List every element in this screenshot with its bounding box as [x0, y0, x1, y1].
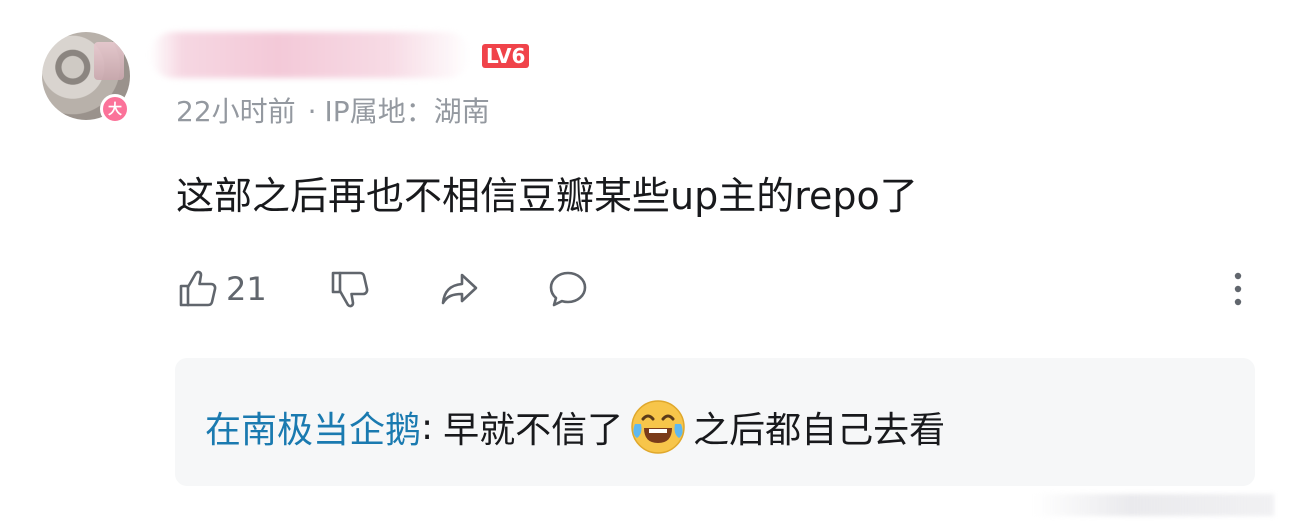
username[interactable]: [150, 32, 470, 78]
vip-badge: 大: [100, 94, 130, 124]
reply-line: 在南极当企鹅: 早就不信了 之后都自己去看: [205, 398, 945, 456]
reply-button[interactable]: [546, 262, 590, 316]
thumbs-up-icon: [179, 270, 217, 307]
thumbs-down-icon: [331, 271, 369, 308]
reply-text-after: 之后都自己去看: [693, 410, 946, 451]
level-badge: LV6: [482, 44, 530, 68]
reply-colon: :: [421, 406, 434, 448]
reply-author[interactable]: 在南极当企鹅: [205, 401, 421, 453]
meta-separator: ·: [307, 95, 317, 128]
comment-actions: 21: [176, 262, 1256, 316]
ip-location: IP属地：湖南: [324, 95, 490, 128]
like-button[interactable]: 21: [176, 262, 267, 316]
reply-text-before: 早就不信了: [443, 410, 624, 451]
dislike-button[interactable]: [328, 262, 372, 316]
comment-bubble-icon: [549, 271, 587, 307]
like-count: 21: [226, 270, 267, 308]
share-button[interactable]: [438, 262, 482, 316]
share-icon: [441, 273, 478, 305]
comment-meta: 22小时前 · IP属地：湖南: [176, 90, 490, 130]
laughing-tears-emoji: [629, 398, 687, 456]
more-vertical-icon: [1234, 272, 1242, 306]
comment-text: 这部之后再也不相信豆瓣某些up主的repo了: [176, 174, 918, 218]
watermark: [1034, 494, 1274, 516]
reply-preview[interactable]: 在南极当企鹅: 早就不信了 之后都自己去看: [175, 358, 1255, 486]
user-avatar[interactable]: 大: [42, 32, 132, 124]
more-button[interactable]: [1216, 262, 1260, 316]
comment-time: 22小时前: [176, 95, 296, 128]
